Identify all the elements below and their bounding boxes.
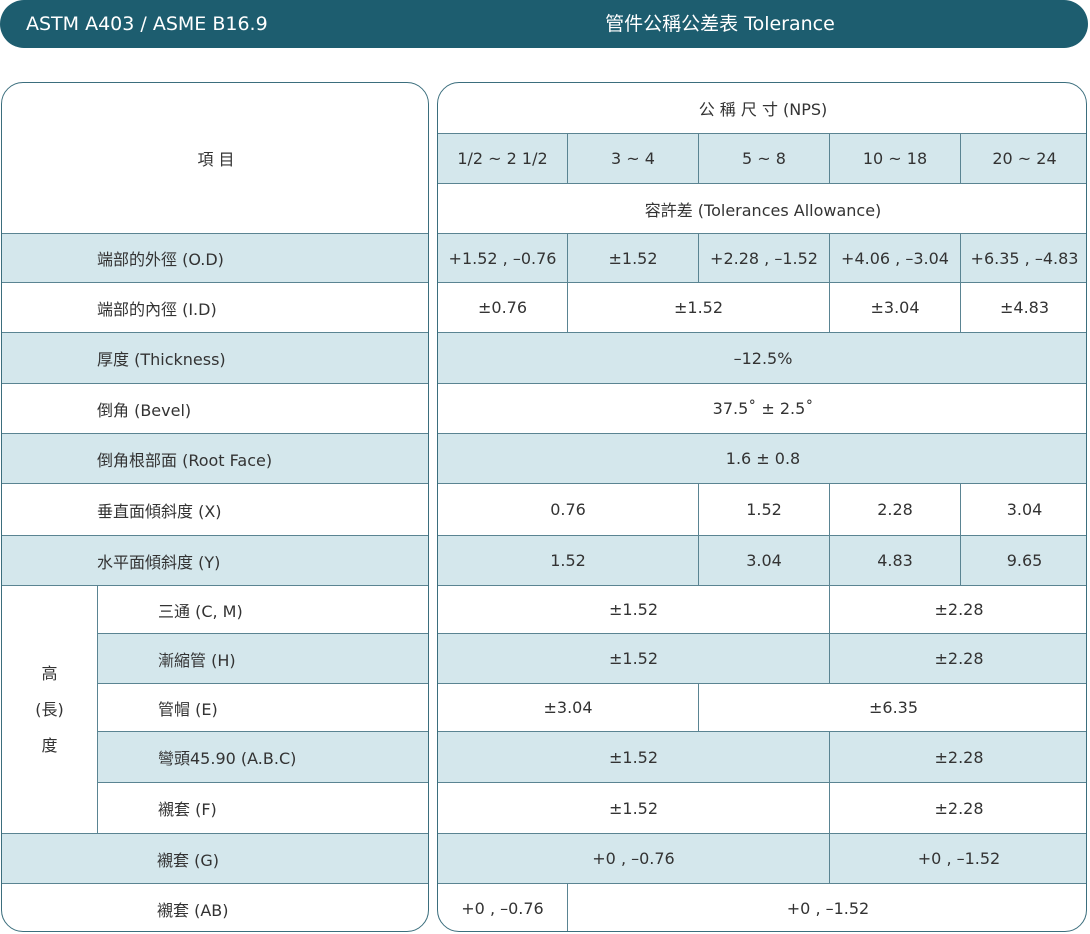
nps-col-5: 20 ~ 24 (960, 133, 1086, 183)
label-h: 漸縮管 (H) (97, 633, 428, 683)
height-char-3: 度 (41, 735, 58, 755)
label-abc: 彎頭45.90 (A.B.C) (97, 731, 428, 782)
height-char-1: 高 (41, 663, 58, 683)
item-header: 項 目 (197, 150, 235, 169)
ab-value-2: +0 , –1.52 (567, 883, 1086, 931)
label-g: 襯套 (G) (2, 833, 428, 883)
id-value-2: ±1.52 (567, 282, 829, 332)
x-value-2: 1.52 (698, 483, 829, 535)
page-title: 管件公稱公差表 Tolerance (605, 13, 835, 35)
cm-value-1: ±1.52 (438, 585, 829, 633)
od-value-3: +2.28 , –1.52 (698, 233, 829, 282)
bevel-value: 37.5˚ ± 2.5˚ (438, 383, 1086, 433)
label-od: 端部的外徑 (O.D) (2, 233, 428, 282)
root-face-value: 1.6 ± 0.8 (438, 433, 1086, 483)
id-value-4: ±4.83 (960, 282, 1086, 332)
cm-value-2: ±2.28 (829, 585, 1086, 633)
label-e: 管帽 (E) (97, 683, 428, 731)
nps-col-1: 1/2 ~ 2 1/2 (438, 133, 567, 183)
header-bar: ASTM A403 / ASME B16.9 管件公稱公差表 Tolerance (0, 0, 1088, 48)
od-value-4: +4.06 , –3.04 (829, 233, 960, 282)
label-root-face: 倒角根部面 (Root Face) (2, 433, 428, 483)
nps-col-3: 5 ~ 8 (698, 133, 829, 183)
x-value-1: 0.76 (438, 483, 698, 535)
abc-value-2: ±2.28 (829, 731, 1086, 782)
h-value-1: ±1.52 (438, 633, 829, 683)
y-value-2: 3.04 (698, 535, 829, 585)
x-value-4: 3.04 (960, 483, 1086, 535)
id-value-3: ±3.04 (829, 282, 960, 332)
g-value-1: +0 , –0.76 (438, 833, 829, 883)
x-value-3: 2.28 (829, 483, 960, 535)
y-value-3: 4.83 (829, 535, 960, 585)
label-f: 襯套 (F) (97, 782, 428, 833)
label-id: 端部的內徑 (I.D) (2, 282, 428, 332)
od-value-2: ±1.52 (567, 233, 698, 282)
e-value-1: ±3.04 (438, 683, 698, 731)
g-value-2: +0 , –1.52 (829, 833, 1086, 883)
ab-value-1: +0 , –0.76 (438, 883, 567, 931)
tolerance-value-panel: 公 稱 尺 寸 (NPS) 1/2 ~ 2 1/2 3 ~ 4 5 ~ 8 10… (437, 82, 1087, 932)
f-value-1: ±1.52 (438, 782, 829, 833)
label-y: 水平面傾斜度 (Y) (2, 535, 428, 585)
height-group-label: 高 (長) 度 (2, 585, 97, 833)
f-value-2: ±2.28 (829, 782, 1086, 833)
y-value-4: 9.65 (960, 535, 1086, 585)
label-thickness: 厚度 (Thickness) (2, 332, 428, 383)
y-value-1: 1.52 (438, 535, 698, 585)
item-label-panel: 項 目 端部的外徑 (O.D) 端部的內徑 (I.D) 厚度 (Thicknes… (1, 82, 429, 932)
h-value-2: ±2.28 (829, 633, 1086, 683)
od-value-1: +1.52 , –0.76 (438, 233, 567, 282)
id-value-1: ±0.76 (438, 282, 567, 332)
od-value-5: +6.35 , –4.83 (960, 233, 1086, 282)
label-cm: 三通 (C, M) (97, 585, 428, 633)
label-ab: 襯套 (AB) (2, 883, 428, 931)
label-x: 垂直面傾斜度 (X) (2, 483, 428, 535)
e-value-2: ±6.35 (698, 683, 1086, 731)
standard-label: ASTM A403 / ASME B16.9 (26, 13, 268, 35)
nps-col-2: 3 ~ 4 (567, 133, 698, 183)
nps-col-4: 10 ~ 18 (829, 133, 960, 183)
tolerance-header: 容許差 (Tolerances Allowance) (438, 183, 1086, 233)
nps-header: 公 稱 尺 寸 (NPS) (698, 100, 828, 119)
height-char-2: (長) (35, 699, 64, 719)
label-bevel: 倒角 (Bevel) (2, 383, 428, 433)
abc-value-1: ±1.52 (438, 731, 829, 782)
thickness-value: –12.5% (438, 332, 1086, 383)
